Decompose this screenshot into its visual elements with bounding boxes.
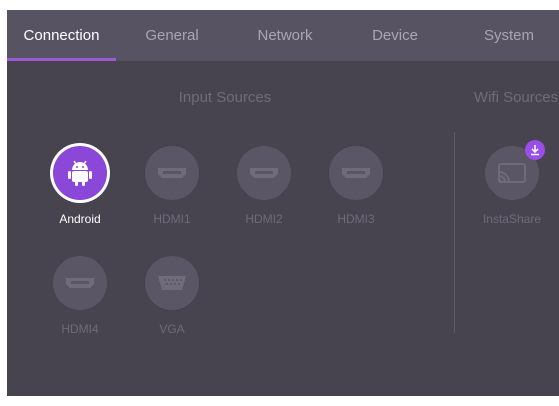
- tab-device[interactable]: Device: [347, 10, 443, 61]
- tab-network[interactable]: Network: [237, 10, 333, 61]
- hdmi-icon: [250, 168, 278, 178]
- source-label: InstaShare: [482, 212, 542, 226]
- hdmi1-source-button[interactable]: [145, 146, 199, 200]
- download-icon: [531, 145, 539, 156]
- source-hdmi1[interactable]: HDMI1: [127, 146, 217, 226]
- hdmi-icon: [342, 168, 370, 178]
- hdmi-icon: [158, 168, 186, 178]
- source-label: HDMI2: [245, 212, 283, 226]
- hdmi2-source-button[interactable]: [237, 146, 291, 200]
- source-label: HDMI4: [61, 322, 99, 336]
- active-tab-indicator: [7, 58, 116, 61]
- settings-screen: Connection General Network Device System…: [7, 10, 559, 396]
- instashare-source-button[interactable]: [485, 140, 545, 200]
- cast-icon: [498, 163, 526, 183]
- hdmi4-source-button[interactable]: [53, 256, 107, 310]
- wifi-sources-title: Wifi Sources: [473, 89, 559, 106]
- hdmi-icon: [66, 278, 94, 288]
- vga-icon: [158, 276, 186, 290]
- source-hdmi2[interactable]: HDMI2: [219, 146, 309, 226]
- source-label: HDMI3: [337, 212, 375, 226]
- vga-source-button[interactable]: [145, 256, 199, 310]
- tab-connection[interactable]: Connection: [7, 10, 116, 61]
- source-label: HDMI1: [153, 212, 191, 226]
- source-hdmi4[interactable]: HDMI4: [35, 256, 125, 336]
- source-instashare[interactable]: InstaShare: [467, 140, 557, 226]
- tab-system[interactable]: System: [459, 10, 559, 61]
- source-label: VGA: [159, 322, 185, 336]
- tab-general[interactable]: General: [124, 10, 220, 61]
- source-hdmi3[interactable]: HDMI3: [311, 146, 401, 226]
- section-divider: [454, 132, 455, 333]
- source-android[interactable]: Android: [35, 146, 125, 226]
- source-vga[interactable]: VGA: [127, 256, 217, 336]
- source-label: Android: [59, 212, 101, 226]
- download-badge: [525, 140, 545, 160]
- input-sources-title: Input Sources: [178, 89, 272, 106]
- android-icon: [68, 160, 92, 186]
- hdmi3-source-button[interactable]: [329, 146, 383, 200]
- top-nav-bar: Connection General Network Device System: [7, 10, 559, 61]
- android-source-button[interactable]: [53, 146, 107, 200]
